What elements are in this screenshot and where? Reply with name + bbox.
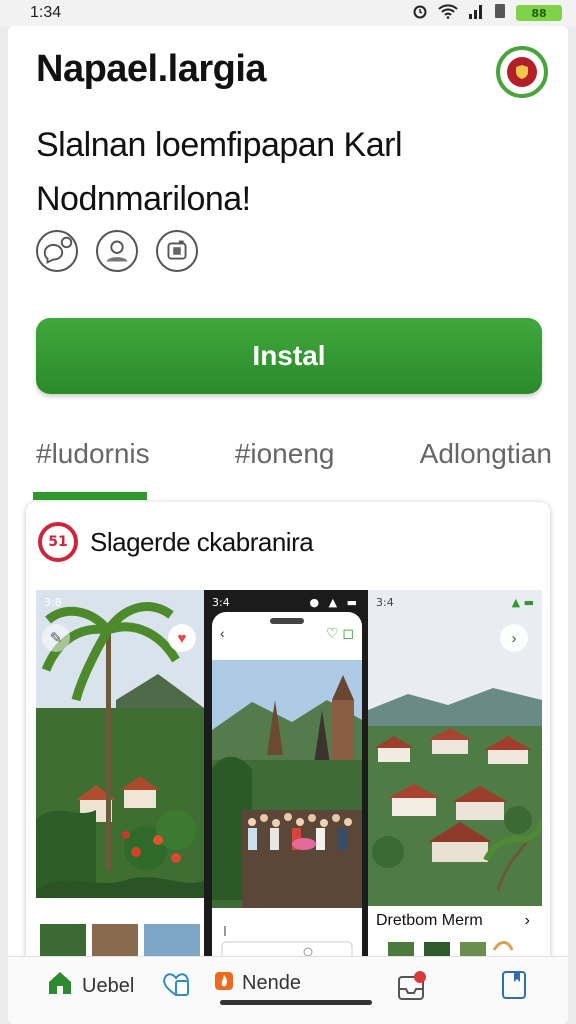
battery-icon: 88 — [516, 5, 562, 21]
screenshot-2-status-icons: ● ▲ ▬ — [309, 595, 360, 609]
chevron-right-icon[interactable]: › — [500, 624, 528, 652]
screenshot-1[interactable]: 3:8 ✎ ♥ — [36, 590, 204, 972]
page-title: Napael.largia — [36, 48, 267, 90]
status-time: 1:34 — [30, 4, 62, 21]
inner-phone-frame: ‹ ♡ ◻ — [212, 612, 362, 972]
back-arrow-icon[interactable]: ‹ — [220, 625, 225, 641]
install-button[interactable]: Instal — [36, 318, 542, 394]
notification-inbox-icon — [396, 969, 428, 1009]
wifi-icon — [438, 3, 458, 24]
profile-avatar-button[interactable] — [496, 46, 548, 98]
alarm-icon — [412, 3, 428, 24]
home-indicator[interactable] — [220, 1000, 372, 1005]
screenshot-2-status: 3:4 ● ▲ ▬ — [212, 595, 360, 609]
app-logo: 51 — [38, 522, 78, 562]
quick-actions — [36, 230, 198, 272]
screenshot-3[interactable]: 3:4 ▲ ▬ › Dretbom Merm › — [368, 590, 542, 972]
temple-crowd-image — [212, 660, 362, 908]
sim-icon — [494, 3, 506, 24]
nav-item-nende[interactable]: Nende — [214, 969, 301, 997]
app-screen: Napael.largia Slalnan loemfipapan Karl N… — [8, 26, 568, 1024]
tab-adlongtian[interactable]: Adlongtian — [420, 428, 552, 500]
card-header: 51 Slagerde ckabranira — [38, 522, 314, 562]
screenshot-2[interactable]: 3:4 ● ▲ ▬ ‹ ♡ ◻ — [204, 590, 368, 972]
shield-icon — [507, 57, 537, 87]
camera-icon[interactable] — [156, 230, 198, 272]
screenshot-3-status: 3:4 ▲ ▬ — [376, 595, 534, 609]
status-icons: 88 — [412, 3, 562, 24]
tab-ludornis[interactable]: #ludornis — [36, 428, 150, 500]
nav-item-library[interactable] — [500, 969, 528, 1007]
bookmark-book-icon — [500, 969, 528, 1007]
signal-icon — [468, 3, 484, 24]
nav-item-home[interactable]: Uebel — [46, 969, 134, 1003]
bottom-nav: Uebel Nende — [8, 956, 568, 1024]
chat-icon[interactable] — [36, 230, 78, 272]
arrow-right-icon[interactable]: › — [525, 912, 530, 930]
tab-bar: #ludornis #ioneng Adlongtian — [28, 428, 558, 500]
screenshot-3-caption: Dretbom Merm › — [372, 906, 538, 936]
like-icon[interactable]: ♥ — [168, 624, 196, 652]
user-icon[interactable] — [96, 230, 138, 272]
nav-item-favorites[interactable] — [160, 969, 192, 1005]
nav-item-notifications[interactable] — [396, 969, 428, 1009]
home-icon — [46, 969, 74, 1003]
tab-ioneng[interactable]: #ioneng — [235, 428, 335, 500]
screenshot-3-battery: ▲ ▬ — [511, 595, 534, 609]
screenshot-1-status: 3:8 — [44, 595, 62, 609]
card-title: Slagerde ckabranira — [90, 526, 314, 557]
active-tab-indicator — [33, 492, 147, 500]
flame-icon — [214, 969, 234, 997]
screenshot-carousel[interactable]: 3:8 ✎ ♥ 3:4 ● ▲ ▬ ‹ ♡ ◻ 3:4 ▲ ▬ › Dretbo… — [36, 590, 542, 972]
heart-card-icon — [160, 969, 192, 1005]
leaf-icon[interactable]: ✎ — [42, 624, 70, 652]
app-subtitle: Slalnan loemfipapan Karl Nodnmarilona! — [36, 126, 403, 218]
app-preview-card: 51 Slagerde ckabranira 3:8 ✎ ♥ 3:4 ● ▲ ▬… — [26, 502, 550, 972]
share-icon[interactable]: ♡ ◻ — [326, 625, 354, 642]
inner-phone-notch — [270, 618, 304, 624]
status-bar: 1:34 88 — [0, 0, 576, 26]
